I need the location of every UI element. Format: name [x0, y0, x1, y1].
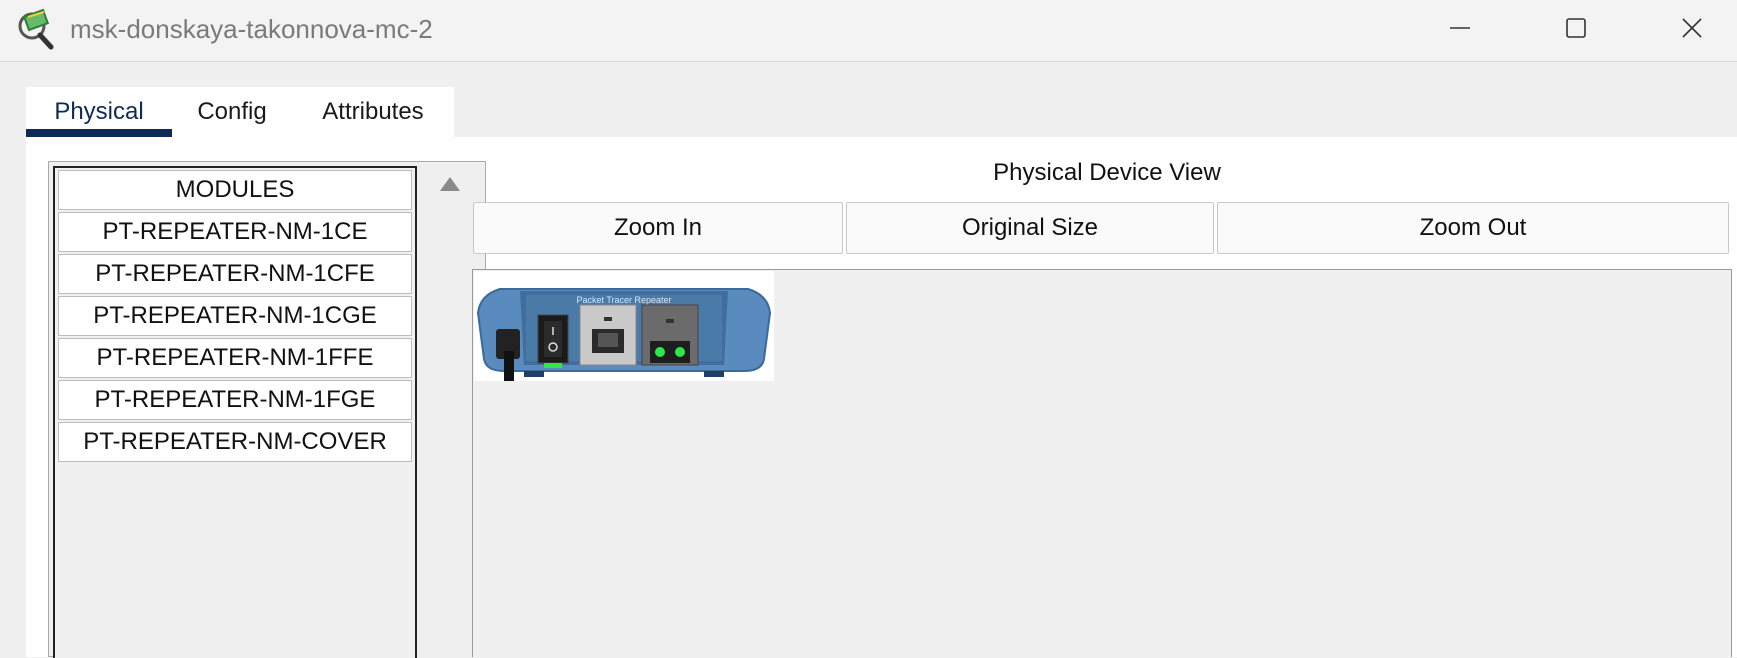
modules-list: MODULES PT-REPEATER-NM-1CE PT-REPEATER-N… — [53, 166, 417, 658]
zoom-out-button[interactable]: Zoom Out — [1217, 202, 1729, 254]
tab-physical-label: Physical — [54, 98, 144, 125]
physical-panel: MODULES PT-REPEATER-NM-1CE PT-REPEATER-N… — [26, 137, 1737, 658]
original-size-label: Original Size — [961, 214, 1099, 241]
close-icon — [1682, 18, 1702, 38]
module-item[interactable]: PT-REPEATER-NM-1CE — [58, 212, 412, 252]
module-item[interactable]: PT-REPEATER-NM-1FFE — [58, 338, 412, 378]
original-size-button[interactable]: Original Size — [846, 202, 1214, 254]
minimize-icon — [1450, 27, 1470, 29]
maximize-button[interactable] — [1518, 0, 1634, 56]
title-bar: msk-donskaya-takonnova-mc-2 — [0, 0, 1737, 62]
tab-strip: Physical Config Attributes — [26, 87, 454, 137]
maximize-icon — [1566, 18, 1586, 38]
zoom-in-label: Zoom In — [613, 214, 703, 241]
modules-box: MODULES PT-REPEATER-NM-1CE PT-REPEATER-N… — [48, 161, 486, 658]
tab-config-label: Config — [197, 98, 267, 125]
active-tab-indicator — [26, 129, 172, 137]
tab-attributes-label: Attributes — [322, 98, 424, 125]
device-view-canvas[interactable]: Packet Tracer Repeater — [472, 269, 1732, 657]
module-item[interactable]: PT-REPEATER-NM-COVER — [58, 422, 412, 462]
zoom-out-label: Zoom Out — [1419, 214, 1527, 241]
packet-tracer-icon[interactable] — [16, 8, 58, 50]
module-item[interactable]: PT-REPEATER-NM-1CGE — [58, 296, 412, 336]
repeater-device-image[interactable]: Packet Tracer Repeater — [474, 271, 774, 381]
scroll-up-arrow-icon[interactable] — [439, 176, 461, 192]
tab-config[interactable]: Config — [172, 87, 292, 137]
device-label-text: Packet Tracer Repeater — [576, 295, 671, 305]
power-led — [544, 363, 562, 368]
tab-attributes[interactable]: Attributes — [292, 87, 454, 137]
zoom-in-button[interactable]: Zoom In — [473, 202, 843, 254]
minimize-button[interactable] — [1402, 0, 1518, 56]
window-title: msk-donskaya-takonnova-mc-2 — [70, 14, 433, 44]
module-item[interactable]: PT-REPEATER-NM-1CFE — [58, 254, 412, 294]
modules-header: MODULES — [58, 170, 412, 210]
close-button[interactable] — [1634, 0, 1737, 56]
module-item[interactable]: PT-REPEATER-NM-1FGE — [58, 380, 412, 420]
physical-device-view-title: Physical Device View — [993, 159, 1221, 186]
